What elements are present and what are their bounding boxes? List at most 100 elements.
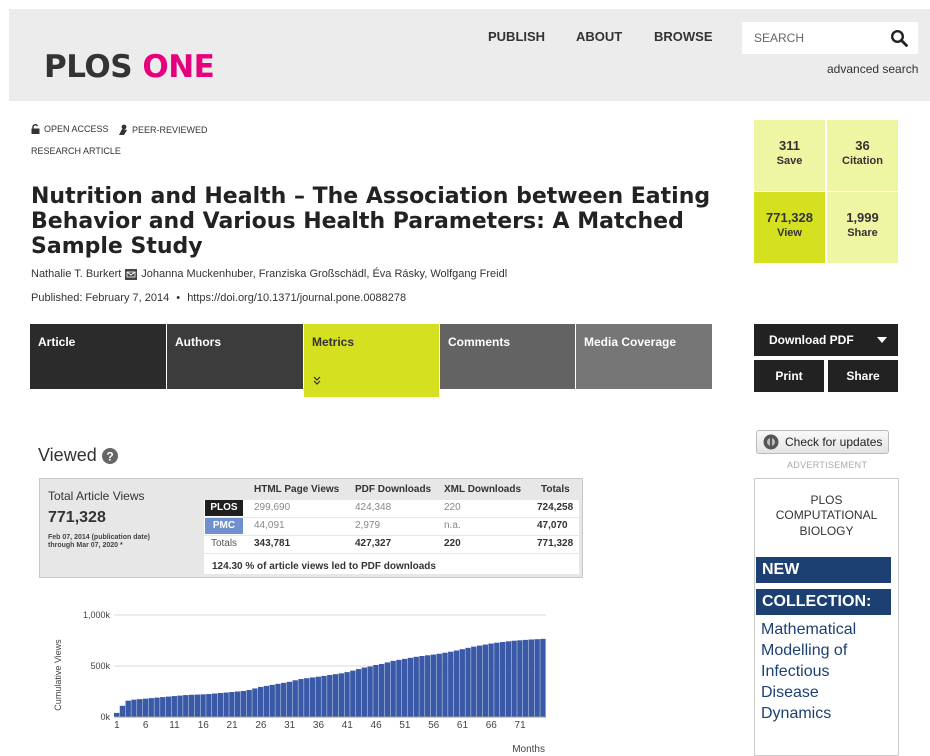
chart-bar[interactable] xyxy=(171,696,177,717)
save-metric[interactable]: 311 Save xyxy=(754,120,825,191)
chart-bar[interactable] xyxy=(344,672,350,717)
chart-bar[interactable] xyxy=(350,670,356,717)
chart-bar[interactable] xyxy=(304,678,310,717)
caret-down-icon[interactable] xyxy=(877,337,887,343)
chart-bar[interactable] xyxy=(125,700,131,717)
chart-bar[interactable] xyxy=(188,694,195,717)
chart-bar[interactable] xyxy=(177,695,183,717)
share-metric[interactable]: 1,999 Share xyxy=(827,192,898,263)
chart-bar[interactable] xyxy=(154,697,160,717)
chart-bar[interactable] xyxy=(258,686,264,717)
chart-bar[interactable] xyxy=(211,693,218,717)
chart-bar[interactable] xyxy=(131,699,137,717)
chart-bar[interactable] xyxy=(367,666,373,717)
advanced-search-link[interactable]: advanced search xyxy=(827,62,918,76)
chart-bar[interactable] xyxy=(234,691,241,718)
chart-bar[interactable] xyxy=(275,683,281,717)
plos-one-logo[interactable]: PLOS ONE xyxy=(44,49,215,85)
author-link[interactable]: Éva Rásky, xyxy=(372,268,427,280)
chart-bar[interactable] xyxy=(517,640,523,717)
download-pdf-button[interactable]: Download PDF xyxy=(754,324,898,356)
chart-bar[interactable] xyxy=(332,674,339,717)
chart-bar[interactable] xyxy=(298,679,304,717)
chart-bar[interactable] xyxy=(442,652,448,717)
chart-bar[interactable] xyxy=(465,647,471,717)
author-link[interactable]: Franziska Großschädl, xyxy=(259,268,370,280)
chart-bar[interactable] xyxy=(165,696,172,717)
share-button[interactable]: Share xyxy=(828,360,898,392)
tab-media-coverage[interactable]: Media Coverage xyxy=(576,324,712,389)
chart-bar[interactable] xyxy=(540,638,546,717)
chart-bar[interactable] xyxy=(148,698,154,717)
chart-bar[interactable] xyxy=(142,698,149,717)
chart-bar[interactable] xyxy=(194,694,200,717)
chart-bar[interactable] xyxy=(269,684,275,717)
chart-bar[interactable] xyxy=(327,674,333,717)
nav-browse[interactable]: BROWSE xyxy=(654,29,713,44)
citation-metric[interactable]: 36 Citation xyxy=(827,120,898,191)
chart-bar[interactable] xyxy=(522,639,529,717)
chart-bar[interactable] xyxy=(373,664,379,717)
chart-bar[interactable] xyxy=(281,682,287,717)
search-icon[interactable] xyxy=(890,29,908,47)
chart-bar[interactable] xyxy=(286,681,293,717)
chart-bar[interactable] xyxy=(315,676,321,717)
chart-bar[interactable] xyxy=(240,690,247,717)
chart-bar[interactable] xyxy=(407,657,414,717)
chart-bar[interactable] xyxy=(292,680,298,717)
chart-bar[interactable] xyxy=(471,646,477,717)
chart-bar[interactable] xyxy=(482,644,488,717)
chart-bar[interactable] xyxy=(425,655,431,717)
help-icon[interactable]: ? xyxy=(101,447,118,464)
chart-bar[interactable] xyxy=(114,712,120,717)
chart-bar[interactable] xyxy=(448,651,454,717)
chart-bar[interactable] xyxy=(361,667,368,717)
chart-bar[interactable] xyxy=(252,688,258,717)
chart-bar[interactable] xyxy=(402,658,408,717)
chart-bar[interactable] xyxy=(378,663,385,717)
chart-bar[interactable] xyxy=(505,641,512,717)
check-for-updates-button[interactable]: Check for updates xyxy=(756,430,889,454)
chart-bar[interactable] xyxy=(229,692,235,717)
tab-article[interactable]: Article xyxy=(30,324,166,389)
author-link[interactable]: Nathalie T. Burkert xyxy=(31,268,121,280)
chart-bar[interactable] xyxy=(321,675,327,717)
chart-bar[interactable] xyxy=(200,694,206,717)
author-link[interactable]: Wolfgang Freidl xyxy=(430,268,507,280)
nav-about[interactable]: ABOUT xyxy=(576,29,622,44)
chart-bar[interactable] xyxy=(436,653,442,717)
chart-bar[interactable] xyxy=(534,639,540,717)
chart-bar[interactable] xyxy=(263,685,270,717)
chart-bar[interactable] xyxy=(511,640,517,717)
chart-bar[interactable] xyxy=(206,694,212,717)
chart-bar[interactable] xyxy=(430,654,437,717)
chart-bar[interactable] xyxy=(217,693,224,717)
email-icon[interactable] xyxy=(125,268,138,280)
chart-bar[interactable] xyxy=(137,699,143,717)
chart-bar[interactable] xyxy=(413,656,419,717)
chart-bar[interactable] xyxy=(396,659,402,717)
author-link[interactable]: Johanna Muckenhuber, xyxy=(141,268,255,280)
view-metric[interactable]: 771,328 View xyxy=(754,192,825,263)
chart-bar[interactable] xyxy=(119,705,126,717)
print-button[interactable]: Print xyxy=(754,360,824,392)
chart-bar[interactable] xyxy=(384,662,391,717)
chart-bar[interactable] xyxy=(494,642,500,717)
chart-bar[interactable] xyxy=(309,677,316,717)
search-input[interactable] xyxy=(742,22,888,54)
chart-bar[interactable] xyxy=(246,689,252,717)
chart-bar[interactable] xyxy=(476,645,483,717)
chart-bar[interactable] xyxy=(338,673,344,717)
tab-authors[interactable]: Authors xyxy=(167,324,303,389)
chart-bar[interactable] xyxy=(223,692,229,717)
chart-bar[interactable] xyxy=(488,643,494,717)
advertisement-banner[interactable]: PLOS COMPUTATIONAL BIOLOGY NEW COLLECTIO… xyxy=(754,478,899,756)
chart-bar[interactable] xyxy=(528,639,535,717)
chart-bar[interactable] xyxy=(459,649,465,717)
nav-publish[interactable]: PUBLISH xyxy=(488,29,545,44)
chart-bar[interactable] xyxy=(453,650,460,717)
chart-bar[interactable] xyxy=(390,660,396,717)
tab-metrics[interactable]: Metrics xyxy=(304,324,439,397)
chart-bar[interactable] xyxy=(499,642,506,717)
chart-bar[interactable] xyxy=(355,669,362,717)
